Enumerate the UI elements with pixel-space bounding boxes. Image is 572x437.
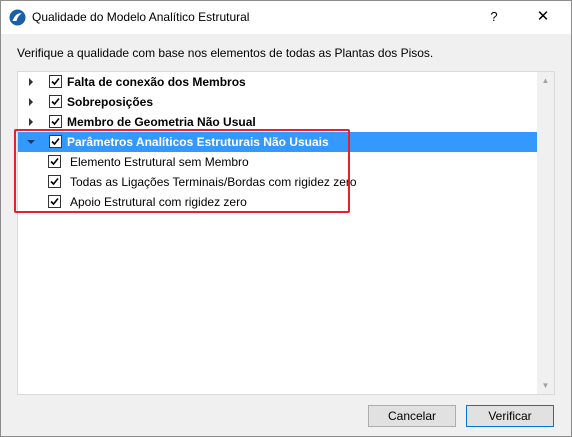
verify-button[interactable]: Verificar	[466, 405, 554, 427]
tree-item-overlaps[interactable]: Sobreposições	[18, 92, 538, 112]
dialog-window: Qualidade do Modelo Analítico Estrutural…	[0, 0, 572, 437]
close-button[interactable]: ✕	[519, 2, 567, 32]
archicad-app-icon	[9, 9, 26, 26]
tree-item-label: Membro de Geometria Não Usual	[67, 115, 256, 129]
checkbox[interactable]	[49, 75, 62, 88]
checkbox[interactable]	[49, 95, 62, 108]
cancel-button[interactable]: Cancelar	[368, 405, 456, 427]
expand-arrow-icon[interactable]	[26, 117, 36, 127]
tree-item-label: Falta de conexão dos Membros	[67, 75, 246, 89]
title-bar: Qualidade do Modelo Analítico Estrutural…	[1, 1, 571, 34]
checkmark-icon	[51, 117, 60, 126]
checkmark-icon	[51, 97, 60, 106]
scroll-down-arrow-icon[interactable]: ▼	[537, 377, 554, 394]
tree-item-missing-connection[interactable]: Falta de conexão dos Membros	[18, 72, 538, 92]
checkbox[interactable]	[49, 115, 62, 128]
vertical-scrollbar[interactable]: ▲ ▼	[537, 72, 554, 394]
expand-arrow-icon[interactable]	[26, 97, 36, 107]
window-title: Qualidade do Modelo Analítico Estrutural	[32, 10, 250, 24]
instruction-text: Verifique a qualidade com base nos eleme…	[17, 46, 434, 60]
highlight-box	[14, 129, 350, 213]
checks-tree[interactable]: Falta de conexão dos Membros Sobreposiçõ…	[17, 71, 555, 395]
scroll-up-arrow-icon[interactable]: ▲	[537, 72, 554, 89]
tree-item-label: Sobreposições	[67, 95, 154, 109]
expand-arrow-icon[interactable]	[26, 77, 36, 87]
help-button[interactable]: ?	[471, 2, 517, 32]
checkmark-icon	[51, 77, 60, 86]
